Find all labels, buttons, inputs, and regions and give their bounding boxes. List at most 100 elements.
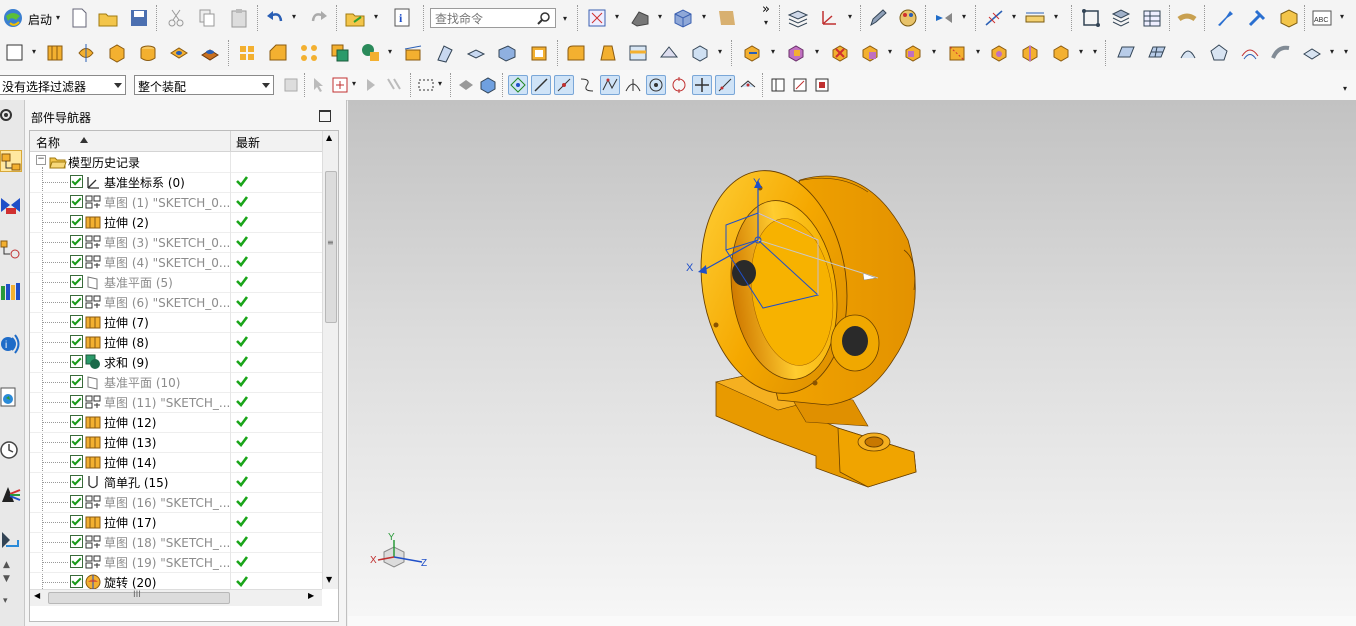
command-search-input[interactable] <box>433 10 537 28</box>
extrude-button[interactable] <box>44 42 66 64</box>
snap-intersection-toggle[interactable] <box>623 75 643 95</box>
show-hide-button[interactable] <box>933 7 955 29</box>
pattern-face-button[interactable] <box>988 42 1010 64</box>
tree-root-row[interactable]: − 模型历史记录 <box>30 152 322 173</box>
visibility-checkbox[interactable] <box>70 255 83 268</box>
resize-blend-button[interactable] <box>946 42 968 64</box>
chevron-down-icon[interactable]: ▾ <box>1330 47 1334 56</box>
through-mesh-button[interactable] <box>1146 42 1168 64</box>
text-tool-button[interactable]: ABC <box>1311 7 1333 29</box>
chevron-down-icon[interactable]: ▾ <box>352 79 356 88</box>
shell-button[interactable] <box>528 42 550 64</box>
history-tab[interactable] <box>0 438 22 460</box>
select-body-button[interactable] <box>384 75 404 95</box>
chevron-down-icon[interactable]: ▾ <box>615 12 619 21</box>
chevron-down-icon[interactable]: ▾ <box>718 47 722 56</box>
visibility-checkbox[interactable] <box>70 575 83 588</box>
visibility-checkbox[interactable] <box>70 295 83 308</box>
layer-button[interactable] <box>787 7 809 29</box>
chevron-down-icon[interactable]: ▾ <box>702 12 706 21</box>
chevron-down-icon[interactable]: ▾ <box>32 47 36 56</box>
web-browser-tab[interactable] <box>0 386 22 408</box>
fit-view-button[interactable] <box>586 7 608 29</box>
chevron-down-icon[interactable]: ▾ <box>815 47 819 56</box>
table-button[interactable] <box>1141 7 1163 29</box>
sort-ascending-icon[interactable] <box>80 137 88 143</box>
column-header-name[interactable]: 名称 <box>36 134 60 151</box>
visibility-checkbox[interactable] <box>70 195 83 208</box>
hole-button[interactable] <box>168 42 190 64</box>
cut-button[interactable] <box>165 7 187 29</box>
feature-row[interactable]: 草图 (1) "SKETCH_0... <box>30 192 322 213</box>
open-file-button[interactable] <box>97 7 119 29</box>
horizontal-scroll-thumb[interactable]: III <box>48 590 230 604</box>
chevron-down-icon[interactable]: ▾ <box>1343 84 1347 93</box>
visibility-checkbox[interactable] <box>70 515 83 528</box>
visibility-checkbox[interactable] <box>70 435 83 448</box>
scroll-down-icon[interactable]: ▼ <box>326 575 332 584</box>
select-feature-button[interactable] <box>309 75 329 95</box>
chevron-down-icon[interactable]: ▾ <box>1093 47 1097 56</box>
sketch-button[interactable] <box>4 42 26 64</box>
feature-row[interactable]: 拉伸 (13) <box>30 432 322 453</box>
edge-blend-button[interactable] <box>565 42 587 64</box>
feature-row[interactable]: 拉伸 (2) <box>30 212 322 233</box>
chevron-down-icon[interactable]: ▾ <box>976 47 980 56</box>
feature-row[interactable]: 拉伸 (8) <box>30 332 322 353</box>
feature-row[interactable]: 草图 (3) "SKETCH_0... <box>30 232 322 253</box>
block-button[interactable] <box>106 42 128 64</box>
snap-endpoint-toggle[interactable] <box>508 75 528 95</box>
array-button[interactable] <box>298 42 320 64</box>
copy-button[interactable] <box>196 7 218 29</box>
general-selection-button[interactable] <box>281 75 301 95</box>
undo-button[interactable] <box>264 7 286 29</box>
chevron-down-icon[interactable]: ▾ <box>1012 12 1016 21</box>
chevron-down-icon[interactable]: ▾ <box>658 12 662 21</box>
resource-scroll-down-icon[interactable]: ▼ <box>3 574 10 584</box>
type-filter-dropdown[interactable]: 没有选择过滤器 <box>0 75 126 95</box>
extension-button[interactable] <box>1301 42 1323 64</box>
tool-b-button[interactable] <box>1246 7 1268 29</box>
background-button[interactable] <box>716 7 738 29</box>
chevron-down-icon[interactable]: ▾ <box>771 47 775 56</box>
command-search-box[interactable] <box>430 8 556 28</box>
visibility-checkbox[interactable] <box>70 495 83 508</box>
resource-more-icon[interactable]: ▾ <box>3 596 8 606</box>
visibility-checkbox[interactable] <box>70 395 83 408</box>
part-navigator-tab[interactable] <box>0 150 22 172</box>
feature-row[interactable]: 求和 (9) <box>30 352 322 373</box>
column-header-latest[interactable]: 最新 <box>236 134 260 151</box>
revolve-button[interactable] <box>75 42 97 64</box>
open-recent-button[interactable] <box>344 7 366 29</box>
assembly-navigator-tab[interactable] <box>0 194 22 216</box>
feature-row[interactable]: 基准平面 (10) <box>30 372 322 393</box>
ruled-button[interactable] <box>1177 42 1199 64</box>
delete-face-button[interactable] <box>829 42 851 64</box>
snap-point-on-curve-toggle[interactable] <box>715 75 735 95</box>
thicken-button[interactable] <box>496 42 518 64</box>
tool-a-button[interactable] <box>1214 7 1236 29</box>
information-button[interactable]: i <box>392 7 414 29</box>
horizontal-scrollbar[interactable]: ◀ III ▶ <box>30 589 322 606</box>
measure-button[interactable] <box>1024 7 1046 29</box>
copy-face-button[interactable] <box>1050 42 1072 64</box>
trim-button[interactable] <box>402 42 424 64</box>
feature-row[interactable]: 拉伸 (12) <box>30 412 322 433</box>
chevron-down-icon[interactable]: ▾ <box>932 47 936 56</box>
rib-button[interactable] <box>658 42 680 64</box>
snap-point-on-face-toggle[interactable] <box>738 75 758 95</box>
chevron-down-icon[interactable]: ▾ <box>764 18 768 27</box>
chevron-down-icon[interactable]: ▾ <box>848 12 852 21</box>
chevron-down-icon[interactable]: ▾ <box>888 47 892 56</box>
tube-button[interactable] <box>1176 7 1198 29</box>
visibility-checkbox[interactable] <box>70 415 83 428</box>
view-frame-button[interactable] <box>812 75 832 95</box>
snap-existing-point-toggle[interactable] <box>692 75 712 95</box>
chevron-down-icon[interactable]: ▾ <box>563 14 567 23</box>
visibility-checkbox[interactable] <box>70 475 83 488</box>
toolbar-overflow-button[interactable]: » <box>762 2 770 17</box>
chevron-down-icon[interactable]: ▾ <box>388 47 392 56</box>
feature-row[interactable]: 拉伸 (14) <box>30 452 322 473</box>
chevron-down-icon[interactable]: ▾ <box>438 79 442 88</box>
vertical-scrollbar[interactable]: ▲ ≡ ▼ <box>322 131 338 589</box>
